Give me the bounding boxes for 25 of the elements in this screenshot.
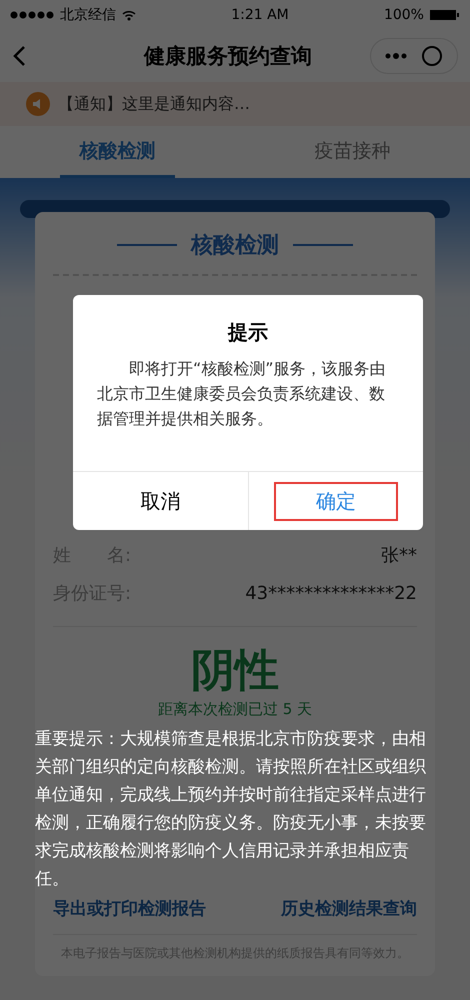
capsule-menu[interactable] bbox=[370, 38, 458, 74]
back-icon[interactable] bbox=[12, 45, 26, 67]
notice-text: 【通知】这里是通知内容… bbox=[58, 94, 250, 114]
days-since-text: 距离本次检测已过 5 天 bbox=[156, 700, 314, 719]
dialog-title: 提示 bbox=[226, 319, 269, 346]
status-time: 1:21 AM bbox=[231, 7, 289, 23]
battery-icon bbox=[430, 9, 460, 21]
important-note: 重要提示：大规模筛查是根据北京市防疫要求，由相关部门组织的定向核酸检测。请按照所在社区或组织单位通知，完成线上预约并按时前往指定采样点进行检测，正确履行您的防疫义务。防疫无小事，未按要求完成核酸检测将影响个人信用记录并承担相应责任。 bbox=[35, 728, 427, 891]
field-value: 43**************22 bbox=[245, 582, 417, 604]
close-icon[interactable] bbox=[421, 45, 443, 67]
card-title: 核酸检测 bbox=[191, 232, 279, 260]
report-link[interactable]: 历史检测结果查询 bbox=[281, 897, 417, 920]
page-title: 健康服务预约查询 bbox=[142, 43, 313, 70]
dialog-message: 即将打开“核酸检测”服务，该服务由北京市卫生健康委员会负责系统建设、数据管理并提供相关服务。 bbox=[96, 358, 387, 430]
field-value: 张** bbox=[381, 544, 417, 567]
carrier-name: 北京经信 bbox=[60, 6, 116, 24]
test-result: 阴性 bbox=[190, 644, 280, 698]
report-link[interactable]: 导出或打印检测报告 bbox=[53, 897, 206, 920]
speaker-icon bbox=[26, 92, 50, 116]
confirm-button[interactable]: 确定 bbox=[248, 472, 423, 530]
more-icon[interactable] bbox=[385, 53, 407, 59]
wifi-icon bbox=[122, 10, 136, 20]
battery-percent: 100% bbox=[384, 7, 424, 23]
cancel-button[interactable]: 取消 bbox=[73, 472, 248, 530]
signal-icon bbox=[10, 11, 54, 19]
